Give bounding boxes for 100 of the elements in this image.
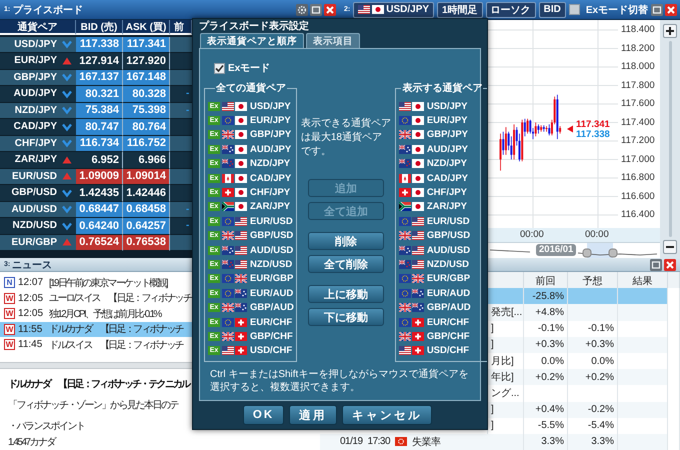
pair-item[interactable]: AUD/USD [398,242,486,258]
japan-flag-icon [372,5,384,14]
chart-type-dropdown[interactable]: ローソク [486,2,536,18]
japan-flag-icon [235,202,247,212]
action-button[interactable]: 削除 [308,232,384,250]
timeframe-dropdown[interactable]: 1時間足 [437,2,483,18]
pair-item[interactable]: ZAR/JPY [398,200,486,214]
australia-flag-icon [398,246,411,255]
hint-text: Ctrl キーまたはShiftキーを押しながらマウスで通貨ペアを選択すると、複数選択できます。 [209,368,470,394]
eu-flag-icon [398,216,411,226]
price-type-dropdown[interactable]: BID [538,2,566,18]
us-flag-icon [412,260,424,269]
pair-name: EUR/USD [426,216,470,227]
close-icon[interactable] [665,4,678,16]
scroll-bar[interactable] [660,20,680,258]
source-icon: N [4,277,15,288]
pair-item[interactable]: GBP/USD [398,228,486,243]
table-cell: -5.4% [568,418,618,434]
event-cell[interactable]: ] [488,320,524,337]
pair-item[interactable]: AUD/JPY [398,142,486,157]
swiss-flag-icon [235,318,247,327]
source-icon: W [4,308,15,320]
table-cell: +0.2% [524,369,568,386]
dialog-button[interactable]: 適用 [289,405,338,425]
close-icon[interactable] [324,4,336,16]
axis-label: 118.400 [620,23,656,37]
swiss-flag-icon [235,346,247,356]
checkbox[interactable] [568,4,580,15]
new-zealand-flag-icon [398,260,411,269]
ask-cell: 127.920 [123,53,170,70]
pair-name: ZAR/JPY [14,154,57,166]
canada-flag-icon [222,174,234,183]
group-title: 全ての通貨ペア [214,82,287,95]
event-cell[interactable] [488,288,524,304]
us-flag-icon [235,246,247,255]
ask-cell: 75.398 [123,102,170,119]
scroll-track[interactable] [668,41,672,237]
event-cell[interactable]: 年比] [488,369,524,386]
australia-flag-icon [412,288,424,298]
axis-label: 00:00 [520,229,544,240]
action-button[interactable]: 上に移動 [308,285,384,303]
pair-item[interactable]: CAD/JPY [398,170,486,186]
pair-item[interactable]: NZD/JPY [398,156,486,171]
news-headline: ユーロ/スイス 【日足：フィボナッチ [49,292,192,306]
checkbox[interactable] [214,62,225,74]
pair-dropdown[interactable]: USD/JPY [353,2,434,18]
range-handle-icon[interactable] [582,248,592,258]
pair-item[interactable]: CHF/JPY [398,185,486,200]
pair-item[interactable]: USD/JPY [398,99,486,114]
pair-item[interactable]: USD/CHF [398,344,486,358]
pair-name: AUD/JPY [250,144,292,155]
pair-name: EUR/AUD [250,288,294,299]
ask-cell: 167.148 [123,70,170,86]
eu-flag-icon [398,318,411,327]
pair-name: USD/CHF [426,345,470,356]
pair-item[interactable]: EUR/AUD [398,286,486,300]
settings-icon[interactable] [296,4,308,16]
pair-item[interactable]: EUR/CHF [398,314,486,330]
minimize-icon[interactable] [650,258,662,270]
event-cell[interactable]: ] [488,402,524,418]
event-cell[interactable]: 01/19 17:30 失業率 [320,434,524,450]
column-header: 前 [170,20,192,35]
us-flag-icon [222,346,234,356]
news-headline: ドル/スイス 【日足：フィボナッチ [49,338,183,352]
bid-cell: 1.42435 [76,185,123,202]
event-cell[interactable]: ] [488,336,524,353]
pair-item[interactable]: GBP/CHF [398,329,486,344]
japan-flag-icon [412,130,424,140]
pair-item[interactable]: NZD/USD [398,257,486,272]
ask-cell: 0.68458 [123,202,170,218]
range-handle-icon[interactable] [608,248,618,258]
dialog-button[interactable]: OK [242,405,284,425]
event-cell[interactable]: ] [488,418,524,434]
tab[interactable]: 表示通貨ペアと順序 [200,33,304,48]
pair-item[interactable]: GBP/AUD [398,300,486,315]
australia-flag-icon [412,303,424,312]
action-button[interactable]: 下に移動 [308,308,384,326]
table-cell: +0.3% [524,336,568,353]
zoom-in-button[interactable] [663,24,677,38]
bid-cell: 1.09009 [76,168,123,185]
australia-flag-icon [222,246,234,255]
scroll-bar[interactable] [668,288,680,304]
pair-item[interactable]: EUR/GBP [398,272,486,286]
minimize-icon[interactable] [651,4,664,16]
tab[interactable]: 表示項目 [306,33,360,48]
pair-name: GBP/JPY [250,129,292,140]
close-icon[interactable] [664,258,676,270]
table-cell: - [170,218,192,234]
dialog-button[interactable]: キャンセル [342,405,432,425]
zoom-out-button[interactable] [663,240,677,254]
pair-item[interactable]: EUR/JPY [398,113,486,128]
minimize-icon[interactable] [310,4,322,16]
minus-icon [666,243,674,251]
japan-flag-icon [412,202,424,212]
action-button[interactable]: 全て削除 [308,255,384,273]
pair-item[interactable]: GBP/JPY [398,128,486,142]
event-cell[interactable]: 発売[... [488,304,524,321]
pair-item[interactable]: EUR/USD [398,214,486,229]
japan-flag-icon [412,102,424,111]
pair-name: ZAR/JPY [426,201,467,212]
